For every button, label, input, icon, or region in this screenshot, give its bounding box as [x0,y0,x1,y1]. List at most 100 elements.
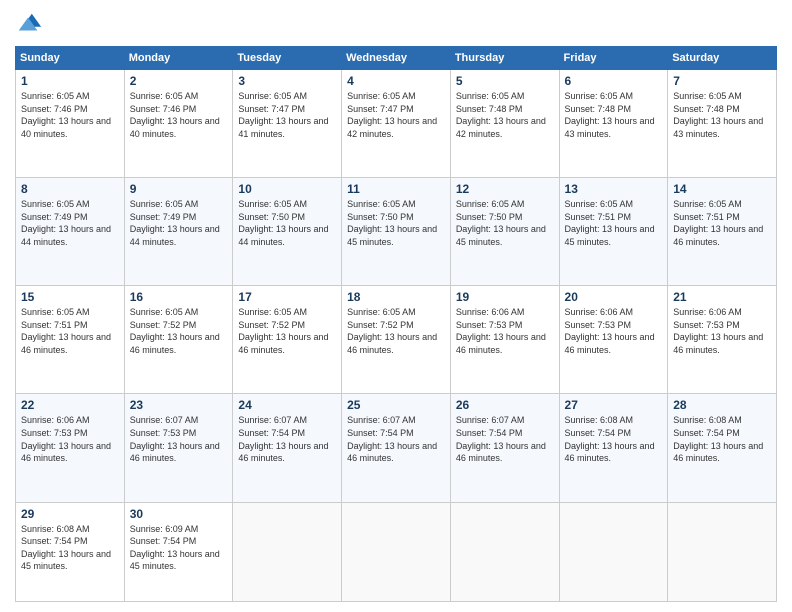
day-number: 6 [565,74,663,88]
calendar-week-2: 8 Sunrise: 6:05 AM Sunset: 7:49 PM Dayli… [16,178,777,286]
calendar-cell: 9 Sunrise: 6:05 AM Sunset: 7:49 PM Dayli… [124,178,233,286]
day-info: Sunrise: 6:08 AM Sunset: 7:54 PM Dayligh… [673,414,771,464]
header [15,10,777,38]
calendar-cell: 1 Sunrise: 6:05 AM Sunset: 7:46 PM Dayli… [16,70,125,178]
day-number: 24 [238,398,336,412]
day-info: Sunrise: 6:05 AM Sunset: 7:47 PM Dayligh… [347,90,445,140]
day-info: Sunrise: 6:06 AM Sunset: 7:53 PM Dayligh… [21,414,119,464]
day-number: 11 [347,182,445,196]
day-number: 9 [130,182,228,196]
day-number: 7 [673,74,771,88]
calendar-cell: 26 Sunrise: 6:07 AM Sunset: 7:54 PM Dayl… [450,394,559,502]
day-info: Sunrise: 6:05 AM Sunset: 7:52 PM Dayligh… [238,306,336,356]
day-info: Sunrise: 6:07 AM Sunset: 7:54 PM Dayligh… [238,414,336,464]
logo-icon [15,10,43,38]
day-info: Sunrise: 6:07 AM Sunset: 7:54 PM Dayligh… [347,414,445,464]
calendar-header-row: SundayMondayTuesdayWednesdayThursdayFrid… [16,47,777,70]
calendar-cell: 6 Sunrise: 6:05 AM Sunset: 7:48 PM Dayli… [559,70,668,178]
day-number: 18 [347,290,445,304]
calendar-cell: 28 Sunrise: 6:08 AM Sunset: 7:54 PM Dayl… [668,394,777,502]
day-info: Sunrise: 6:05 AM Sunset: 7:52 PM Dayligh… [347,306,445,356]
day-number: 5 [456,74,554,88]
day-number: 26 [456,398,554,412]
col-header-tuesday: Tuesday [233,47,342,70]
day-info: Sunrise: 6:08 AM Sunset: 7:54 PM Dayligh… [565,414,663,464]
day-number: 1 [21,74,119,88]
day-number: 8 [21,182,119,196]
col-header-wednesday: Wednesday [342,47,451,70]
day-number: 22 [21,398,119,412]
day-info: Sunrise: 6:06 AM Sunset: 7:53 PM Dayligh… [565,306,663,356]
calendar-cell [342,502,451,601]
calendar-cell: 13 Sunrise: 6:05 AM Sunset: 7:51 PM Dayl… [559,178,668,286]
calendar-cell: 12 Sunrise: 6:05 AM Sunset: 7:50 PM Dayl… [450,178,559,286]
calendar-cell: 22 Sunrise: 6:06 AM Sunset: 7:53 PM Dayl… [16,394,125,502]
day-info: Sunrise: 6:05 AM Sunset: 7:51 PM Dayligh… [565,198,663,248]
calendar-cell: 24 Sunrise: 6:07 AM Sunset: 7:54 PM Dayl… [233,394,342,502]
day-info: Sunrise: 6:07 AM Sunset: 7:54 PM Dayligh… [456,414,554,464]
day-info: Sunrise: 6:05 AM Sunset: 7:50 PM Dayligh… [456,198,554,248]
col-header-thursday: Thursday [450,47,559,70]
day-number: 23 [130,398,228,412]
calendar-cell: 11 Sunrise: 6:05 AM Sunset: 7:50 PM Dayl… [342,178,451,286]
day-number: 21 [673,290,771,304]
calendar-cell: 15 Sunrise: 6:05 AM Sunset: 7:51 PM Dayl… [16,286,125,394]
calendar-cell: 17 Sunrise: 6:05 AM Sunset: 7:52 PM Dayl… [233,286,342,394]
day-info: Sunrise: 6:05 AM Sunset: 7:46 PM Dayligh… [130,90,228,140]
day-number: 2 [130,74,228,88]
calendar-cell [668,502,777,601]
calendar-cell: 3 Sunrise: 6:05 AM Sunset: 7:47 PM Dayli… [233,70,342,178]
day-info: Sunrise: 6:05 AM Sunset: 7:46 PM Dayligh… [21,90,119,140]
day-number: 13 [565,182,663,196]
day-info: Sunrise: 6:05 AM Sunset: 7:51 PM Dayligh… [673,198,771,248]
calendar-cell: 25 Sunrise: 6:07 AM Sunset: 7:54 PM Dayl… [342,394,451,502]
day-number: 12 [456,182,554,196]
calendar-cell: 19 Sunrise: 6:06 AM Sunset: 7:53 PM Dayl… [450,286,559,394]
calendar-cell: 10 Sunrise: 6:05 AM Sunset: 7:50 PM Dayl… [233,178,342,286]
day-number: 4 [347,74,445,88]
calendar-table: SundayMondayTuesdayWednesdayThursdayFrid… [15,46,777,602]
col-header-monday: Monday [124,47,233,70]
calendar-cell: 16 Sunrise: 6:05 AM Sunset: 7:52 PM Dayl… [124,286,233,394]
calendar-week-1: 1 Sunrise: 6:05 AM Sunset: 7:46 PM Dayli… [16,70,777,178]
calendar-cell: 14 Sunrise: 6:05 AM Sunset: 7:51 PM Dayl… [668,178,777,286]
day-number: 14 [673,182,771,196]
day-info: Sunrise: 6:05 AM Sunset: 7:51 PM Dayligh… [21,306,119,356]
day-info: Sunrise: 6:09 AM Sunset: 7:54 PM Dayligh… [130,523,228,573]
calendar-cell: 7 Sunrise: 6:05 AM Sunset: 7:48 PM Dayli… [668,70,777,178]
day-number: 3 [238,74,336,88]
calendar-cell [450,502,559,601]
col-header-sunday: Sunday [16,47,125,70]
day-info: Sunrise: 6:05 AM Sunset: 7:48 PM Dayligh… [673,90,771,140]
col-header-friday: Friday [559,47,668,70]
page: SundayMondayTuesdayWednesdayThursdayFrid… [0,0,792,612]
day-number: 10 [238,182,336,196]
day-info: Sunrise: 6:05 AM Sunset: 7:50 PM Dayligh… [347,198,445,248]
day-number: 29 [21,507,119,521]
day-number: 28 [673,398,771,412]
day-info: Sunrise: 6:05 AM Sunset: 7:47 PM Dayligh… [238,90,336,140]
day-info: Sunrise: 6:05 AM Sunset: 7:49 PM Dayligh… [130,198,228,248]
calendar-cell [559,502,668,601]
calendar-cell: 4 Sunrise: 6:05 AM Sunset: 7:47 PM Dayli… [342,70,451,178]
day-info: Sunrise: 6:05 AM Sunset: 7:52 PM Dayligh… [130,306,228,356]
day-number: 30 [130,507,228,521]
calendar-week-5: 29 Sunrise: 6:08 AM Sunset: 7:54 PM Dayl… [16,502,777,601]
calendar-cell: 20 Sunrise: 6:06 AM Sunset: 7:53 PM Dayl… [559,286,668,394]
day-info: Sunrise: 6:06 AM Sunset: 7:53 PM Dayligh… [673,306,771,356]
day-info: Sunrise: 6:08 AM Sunset: 7:54 PM Dayligh… [21,523,119,573]
day-info: Sunrise: 6:05 AM Sunset: 7:48 PM Dayligh… [456,90,554,140]
calendar-cell: 2 Sunrise: 6:05 AM Sunset: 7:46 PM Dayli… [124,70,233,178]
day-info: Sunrise: 6:05 AM Sunset: 7:48 PM Dayligh… [565,90,663,140]
calendar-cell: 27 Sunrise: 6:08 AM Sunset: 7:54 PM Dayl… [559,394,668,502]
calendar-cell: 29 Sunrise: 6:08 AM Sunset: 7:54 PM Dayl… [16,502,125,601]
day-info: Sunrise: 6:05 AM Sunset: 7:50 PM Dayligh… [238,198,336,248]
calendar-cell: 21 Sunrise: 6:06 AM Sunset: 7:53 PM Dayl… [668,286,777,394]
day-number: 27 [565,398,663,412]
calendar-cell: 5 Sunrise: 6:05 AM Sunset: 7:48 PM Dayli… [450,70,559,178]
day-number: 25 [347,398,445,412]
day-info: Sunrise: 6:06 AM Sunset: 7:53 PM Dayligh… [456,306,554,356]
calendar-week-3: 15 Sunrise: 6:05 AM Sunset: 7:51 PM Dayl… [16,286,777,394]
calendar-cell: 8 Sunrise: 6:05 AM Sunset: 7:49 PM Dayli… [16,178,125,286]
calendar-cell [233,502,342,601]
